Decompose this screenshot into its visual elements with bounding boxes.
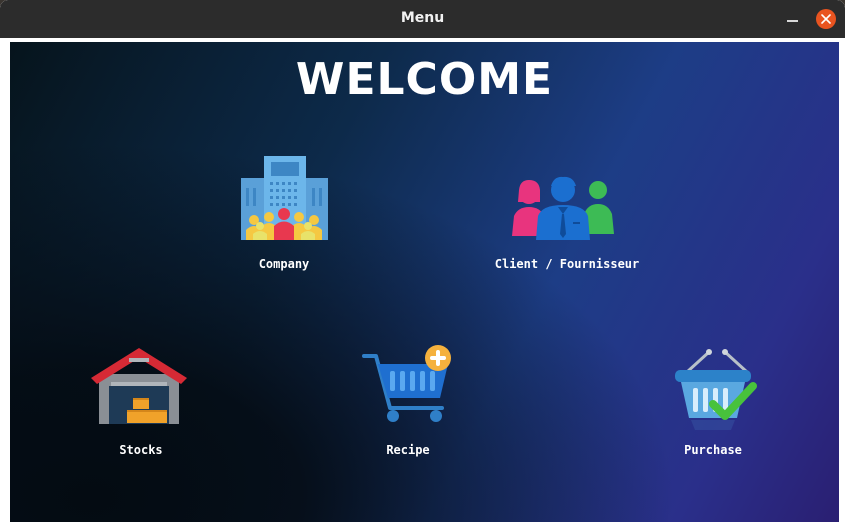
menu-item-company[interactable]: Company [234, 152, 334, 277]
title-bar[interactable]: Menu [0, 0, 845, 38]
minimize-button[interactable] [783, 10, 803, 30]
company-label: Company [258, 257, 310, 271]
close-icon [821, 14, 831, 24]
menu-window: Menu WELCOME Company Client / Fournisseu… [0, 0, 845, 532]
cart-add-icon [362, 345, 451, 422]
company-building-icon [241, 156, 328, 240]
minimize-icon [787, 20, 798, 22]
menu-item-recipe[interactable]: Recipe [358, 342, 458, 464]
menu-item-stocks[interactable]: Stocks [91, 344, 191, 464]
warehouse-icon [91, 348, 187, 424]
clients-people-icon [512, 176, 614, 240]
menu-item-purchase[interactable]: Purchase [663, 346, 763, 464]
client-fournisseur-label: Client / Fournisseur [494, 257, 640, 271]
purchase-label: Purchase [684, 443, 742, 457]
window-title: Menu [400, 10, 445, 26]
recipe-label: Recipe [386, 443, 430, 457]
welcome-heading: WELCOME [295, 54, 554, 105]
menu-content: WELCOME Company Client / Fournisseur Sto… [10, 42, 839, 522]
menu-item-client-fournisseur[interactable]: Client / Fournisseur [487, 172, 647, 277]
close-button[interactable] [816, 9, 836, 29]
basket-check-icon [675, 349, 757, 430]
stocks-label: Stocks [119, 443, 163, 457]
